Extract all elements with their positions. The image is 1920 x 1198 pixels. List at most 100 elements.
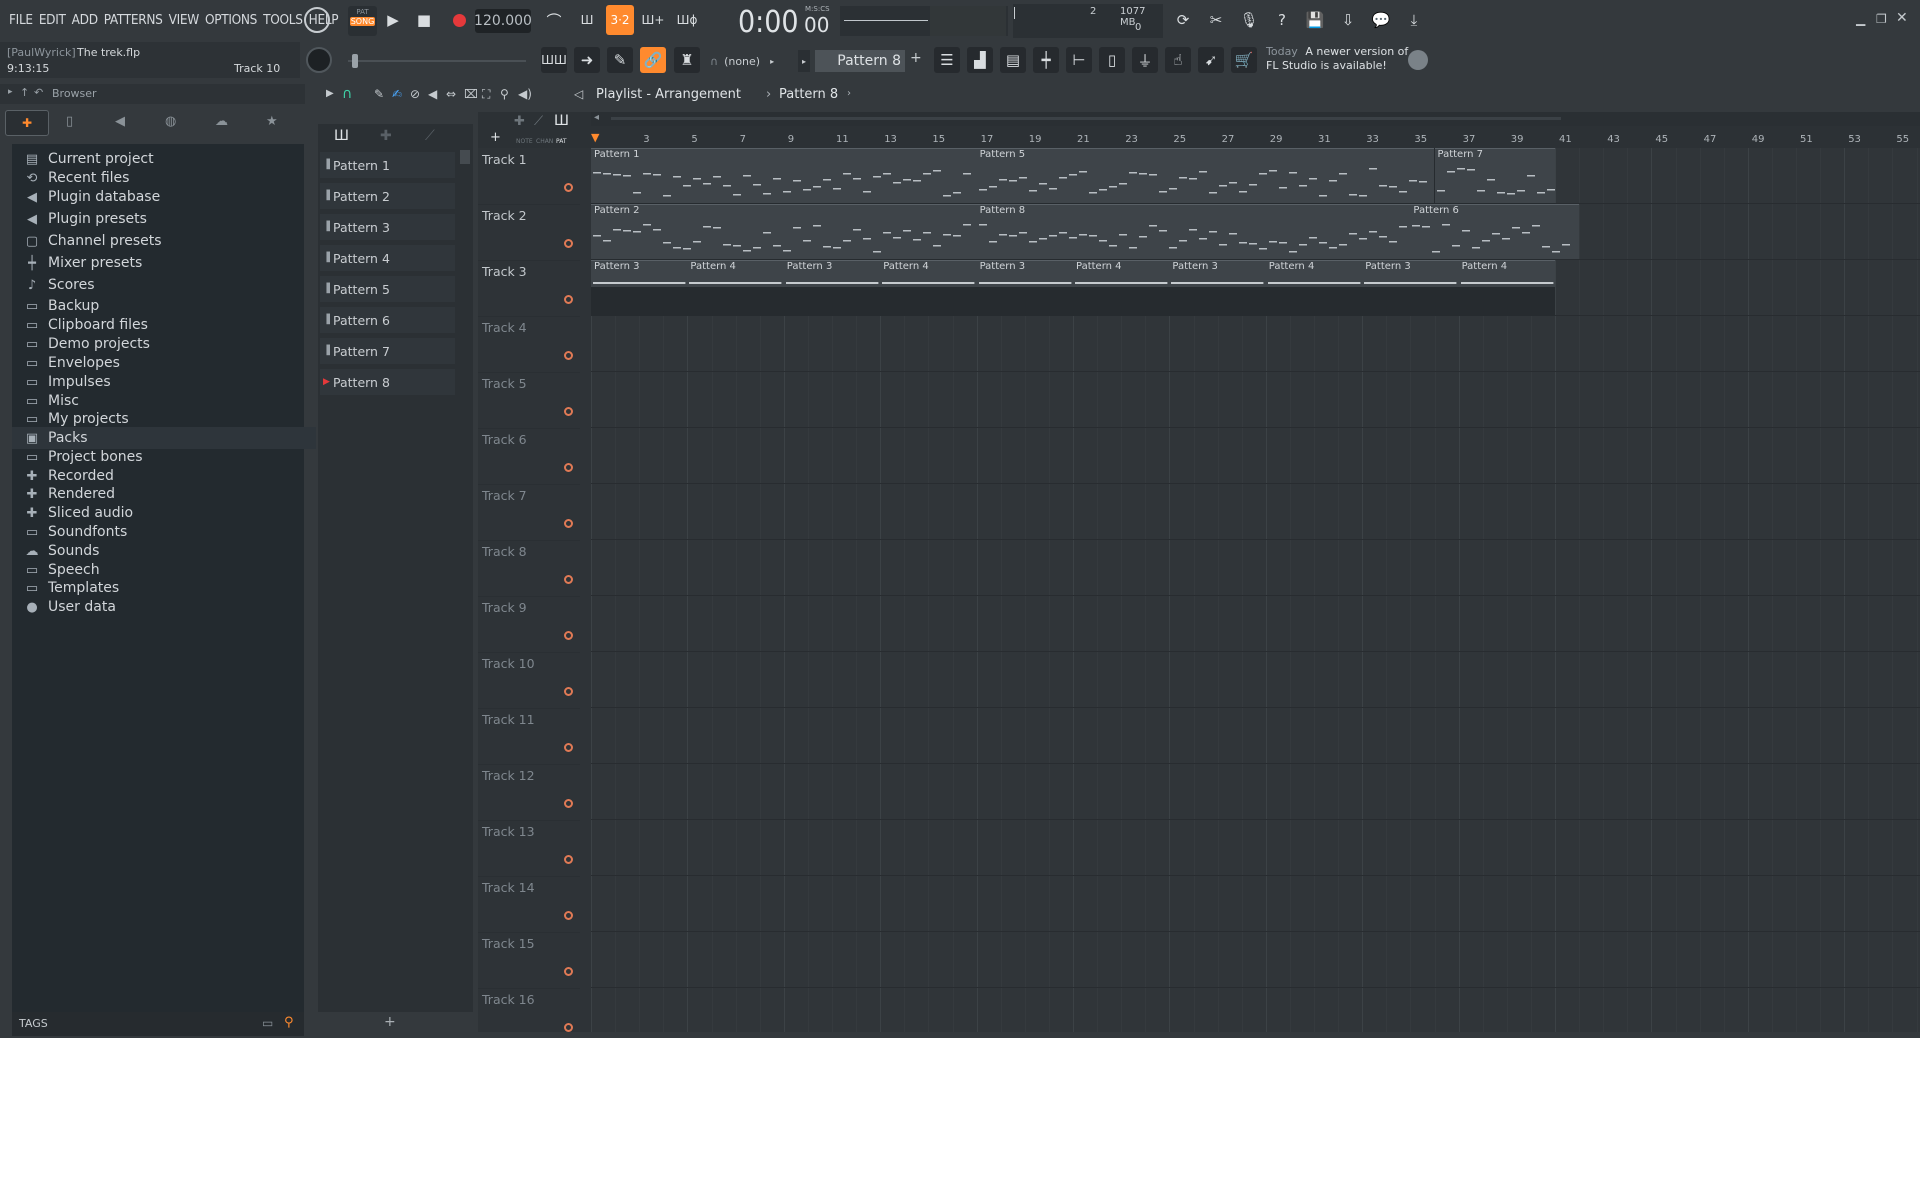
wait-record-button[interactable]: Ш	[574, 7, 600, 33]
playlist-clip[interactable]: Pattern 2	[591, 204, 977, 259]
playhead-marker[interactable]: ▼	[591, 131, 599, 144]
track-enable-led[interactable]	[564, 911, 573, 920]
main-pitch-knob[interactable]	[306, 47, 332, 73]
track-enable-led[interactable]	[564, 183, 573, 192]
note-filter-icon[interactable]: ✚	[514, 114, 525, 129]
playlist-clip[interactable]: Pattern 3	[976, 260, 1073, 287]
timeline-ruler[interactable]: ▼ 3 5 7 9 11 13 15 17 19 21 23 25 27 29 31 33 35 37 39 41 43…	[591, 131, 1920, 148]
pattern-prev-button[interactable]: ▸	[798, 50, 810, 72]
track-header[interactable]: Track 8	[478, 540, 580, 597]
track-enable-led[interactable]	[564, 631, 573, 640]
track-enable-led[interactable]	[564, 239, 573, 248]
add-track-icon[interactable]: +	[490, 130, 501, 145]
channel-rack-button[interactable]: ▤	[1000, 47, 1026, 73]
playlist-clip[interactable]: Pattern 4	[1458, 260, 1555, 287]
track-header[interactable]: Track 7	[478, 484, 580, 541]
tab-note[interactable]: NOTE	[516, 138, 533, 145]
pattern-item[interactable]: ▐ Pattern 1	[320, 152, 455, 178]
record-button[interactable]	[446, 7, 472, 33]
track-header[interactable]: Track 16	[478, 988, 580, 1038]
menu-item-edit[interactable]: EDIT	[36, 12, 69, 28]
microphone-button[interactable]: 🎙	[1236, 7, 1262, 33]
browser-tab-cloud[interactable]: ☁	[215, 114, 228, 129]
snap-forward-button[interactable]: ➜	[574, 47, 600, 73]
playlist-clip[interactable]: Pattern 4	[1073, 260, 1170, 287]
playlist-clip[interactable]: Pattern 4	[1265, 260, 1363, 287]
browser-tab-files[interactable]: ▯	[66, 114, 73, 129]
track-header[interactable]: Track 6	[478, 428, 580, 485]
track-enable-led[interactable]	[564, 1023, 573, 1032]
browser-item-mixer-presets[interactable]: ┿ Mixer presets	[24, 252, 304, 274]
time-display[interactable]: 0:00 00 M:S:CS	[738, 3, 830, 40]
track-header[interactable]: Track 9	[478, 596, 580, 653]
pattern-item[interactable]: ▐ Pattern 6	[320, 307, 455, 333]
mute-icon[interactable]: ◀	[428, 87, 437, 101]
delete-icon[interactable]: ⊘	[410, 87, 420, 101]
playlist-clip[interactable]: Pattern 3	[1362, 260, 1459, 287]
track-header[interactable]: Track 14	[478, 876, 580, 933]
master-pitch-slider[interactable]	[348, 54, 526, 68]
tags-label[interactable]: TAGS	[19, 1017, 48, 1030]
tab-chan[interactable]: CHAN	[536, 138, 553, 145]
globe-icon[interactable]	[1408, 50, 1428, 70]
pencil-icon[interactable]: ✎	[374, 87, 384, 101]
picker-patterns-tab[interactable]: Ш	[334, 128, 349, 144]
playback-icon[interactable]: ◀)	[518, 87, 532, 101]
track-enable-led[interactable]	[564, 855, 573, 864]
playlist-clip[interactable]: Pattern 6	[1410, 204, 1580, 259]
up-arrow-icon[interactable]: ↑	[20, 86, 29, 99]
snap-selector[interactable]: ∩ (none) ▸	[710, 52, 790, 70]
pattern-item[interactable]: ▐ Pattern 5	[320, 276, 455, 302]
track-enable-led[interactable]	[564, 575, 573, 584]
loop-record-button[interactable]: Шɸ	[674, 7, 700, 33]
track-header[interactable]: Track 10	[478, 652, 580, 709]
draw-button[interactable]: ✎	[607, 47, 633, 73]
stamp-button[interactable]: ♜	[674, 47, 700, 73]
track-enable-led[interactable]	[564, 463, 573, 472]
search-icon[interactable]: ⚲	[284, 1015, 294, 1030]
track-enable-led[interactable]	[564, 743, 573, 752]
menu-item-view[interactable]: VIEW	[166, 12, 202, 28]
add-pattern-plus[interactable]: +	[384, 1014, 396, 1030]
countdown-button[interactable]: 3·2	[606, 5, 634, 35]
piano-roll-button[interactable]: ШШ	[541, 47, 567, 73]
back-arrow-icon[interactable]: ↶	[34, 86, 43, 99]
add-pattern-button[interactable]: +	[910, 50, 924, 72]
track-header[interactable]: Track 15	[478, 932, 580, 989]
link-button[interactable]: 🔗	[640, 47, 666, 73]
track-header[interactable]: Track 2	[478, 204, 580, 261]
slip-icon[interactable]: ⇔	[446, 87, 456, 101]
menu-item-options[interactable]: OPTIONS	[202, 12, 260, 28]
play-button[interactable]: ▶	[380, 7, 406, 33]
track-header[interactable]: Track 1	[478, 148, 580, 205]
horizontal-scrollbar[interactable]: ◂	[591, 112, 1920, 126]
save-button[interactable]: 💾	[1302, 7, 1328, 33]
download-button[interactable]: ⤓	[1401, 7, 1427, 33]
menu-item-tools[interactable]: TOOLS	[260, 12, 306, 28]
chat-button[interactable]: 💬	[1368, 7, 1394, 33]
menu-item-file[interactable]: FILE	[6, 12, 36, 28]
pattern-filter-icon[interactable]: Ш	[554, 113, 569, 129]
track-header[interactable]: Track 12	[478, 764, 580, 821]
master-volume-knob[interactable]	[304, 7, 330, 33]
zoom-icon[interactable]: ⚲	[500, 87, 509, 101]
track-header[interactable]: Track 13	[478, 820, 580, 877]
flowers-button[interactable]: ➹	[1198, 47, 1224, 73]
cut-tool-button[interactable]: ✂	[1203, 7, 1229, 33]
stop-button[interactable]: ■	[411, 7, 437, 33]
pattern-item[interactable]: ▐ Pattern 4	[320, 245, 455, 271]
browser-item-plugin-database[interactable]: ◀ Plugin database	[24, 186, 304, 208]
pattern-selector[interactable]: Pattern 8	[815, 50, 905, 72]
track-header[interactable]: Track 3	[478, 260, 580, 317]
playlist-grid[interactable]: Pattern 1 Pattern 5 Pattern 7 Pattern 2 Patt…	[591, 148, 1920, 1032]
browser-button[interactable]: ⊢	[1066, 47, 1092, 73]
browser-item-plugin-presets[interactable]: ◀ Plugin presets	[24, 208, 304, 230]
undo-history-button[interactable]: ⟳	[1170, 7, 1196, 33]
track-enable-led[interactable]	[564, 967, 573, 976]
browser-tab-plugins[interactable]: ◀	[115, 114, 125, 129]
track-header[interactable]: Track 11	[478, 708, 580, 765]
pat-song-toggle[interactable]: PAT SONG	[348, 6, 377, 36]
playlist-window-button[interactable]: ☰	[934, 47, 960, 73]
playlist-clip[interactable]: Pattern 3	[783, 260, 881, 287]
playlist-clip[interactable]: Pattern 3	[591, 260, 688, 287]
